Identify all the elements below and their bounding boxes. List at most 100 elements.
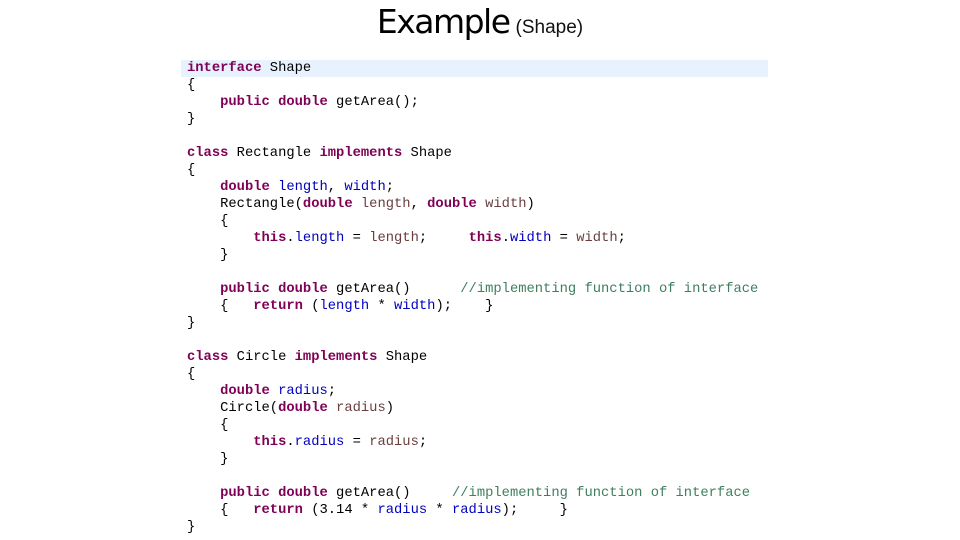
keyword-token: this [253,435,287,450]
code-line: } [187,315,758,332]
code-text: } [187,248,229,263]
code-text: Rectangle [228,146,320,161]
code-line: class Rectangle implements Shape [187,145,758,162]
code-text: { [187,418,229,433]
keyword-token: class [187,350,229,365]
code-text: { [187,299,254,314]
code-text: ; [418,231,469,246]
code-line: { [187,77,758,94]
code-line: { [187,366,758,383]
code-line: public double getArea() //implementing f… [187,281,758,298]
code-text: . [501,231,510,246]
code-line: } [187,111,758,128]
keyword-token: double [220,180,270,195]
code-text: getArea() [327,486,452,501]
field-token: length [278,180,328,195]
code-text: { [187,367,196,382]
slide-title: Example (Shape) [0,2,960,41]
code-text: ) [385,401,395,416]
keyword-token: double [278,401,328,416]
code-line: Rectangle(double length, double width) [187,196,758,213]
keyword-token: class [187,146,229,161]
code-text: = [344,435,370,450]
code-text: Shape [261,61,312,76]
keyword-token: public [220,282,270,297]
keyword-token: double [278,486,328,501]
code-text: } [187,112,196,127]
code-text: Circle [228,350,295,365]
title-subtitle: (Shape) [515,17,584,38]
code-text: = [551,231,577,246]
keyword-token: double [220,384,270,399]
keyword-token: this [253,231,287,246]
code-text: ); } [501,503,568,518]
code-line: Circle(double radius) [187,400,758,417]
code-line: this.length = length; this.width = width… [187,230,758,247]
keyword-token: double [302,197,353,212]
code-line: { [187,162,758,179]
parameter-token: width [485,197,527,212]
code-text: } [187,452,229,467]
code-text: . [286,231,295,246]
keyword-token: public [220,486,270,501]
code-line: { [187,417,758,434]
code-text: getArea() [327,282,461,297]
keyword-token: this [468,231,502,246]
code-text: . [286,435,295,450]
field-token: width [344,180,386,195]
code-text: Rectangle( [187,197,303,212]
code-line: { [187,213,758,230]
keyword-token: interface [187,61,262,76]
code-text: ; [617,231,626,246]
keyword-token: public [220,95,270,110]
keyword-token: implements [294,350,378,365]
code-line: double radius; [187,383,758,400]
code-line: { return (3.14 * radius * radius); } [187,502,758,519]
code-text: Shape [377,350,428,365]
code-text: Circle( [187,401,279,416]
comment-token: //implementing function of interface [460,282,759,297]
title-main: Example [376,2,511,41]
code-text: { [187,78,196,93]
code-line: } [187,247,758,264]
parameter-token: width [576,231,618,246]
keyword-token: return [253,503,303,518]
code-line: double length, width; [187,179,758,196]
code-text: } [187,316,196,331]
field-token: radius [451,503,502,518]
code-text: * [427,503,452,518]
code-line: { return (length * width); } [187,298,758,315]
code-line: } [187,451,758,468]
field-token: length [319,299,370,314]
code-text: { [187,163,196,178]
code-line: this.radius = radius; [187,434,758,451]
code-text: { [187,503,254,518]
code-text: ); } [435,299,494,314]
code-text: , [327,180,345,195]
code-text: getArea(); [327,95,419,110]
code-text: ; [385,180,395,195]
parameter-token: radius [336,401,386,416]
code-text: * [369,299,395,314]
code-text: Shape [402,146,452,161]
code-text: (3.14 * [302,503,378,518]
field-token: radius [278,384,328,399]
code-line: public double getArea() //implementing f… [187,485,758,502]
code-line: public double getArea(); [187,94,758,111]
code-text: , [410,197,428,212]
